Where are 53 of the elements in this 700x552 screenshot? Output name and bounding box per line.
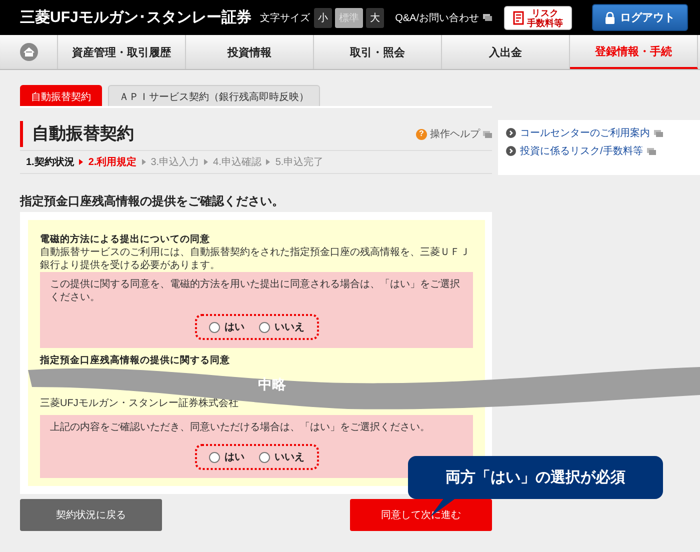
nav-tab[interactable]: 投資情報 [186, 35, 314, 69]
lock-icon [605, 12, 615, 24]
side-link[interactable]: 投資に係るリスク/手数料等 [520, 144, 643, 158]
nav-tab[interactable]: 取引・照会 [314, 35, 442, 69]
side-link[interactable]: コールセンターのご利用案内 [520, 126, 650, 140]
tab[interactable]: ＡＰＩサービス契約（銀行残高即時反映） [108, 85, 320, 106]
help-icon: ? [416, 128, 427, 140]
help-link[interactable]: Q&A/お問い合わせ [395, 10, 479, 24]
step-arrow-icon [79, 159, 84, 165]
callout-text: 両方「はい」の選択が必須 [446, 468, 626, 487]
step-arrow-icon [204, 159, 208, 165]
radio-option[interactable]: いいえ [258, 320, 304, 334]
font-size-label: 文字サイズ [260, 12, 310, 24]
step-arrow-icon [142, 159, 146, 165]
chevron-circle-icon [506, 146, 516, 156]
chevron-circle-icon [506, 128, 516, 138]
risk-fees-button[interactable]: リスク 手数料等 [504, 6, 572, 30]
step-label: 3.申込入力 [150, 156, 200, 169]
font-size-button[interactable]: 小 [314, 8, 332, 28]
external-window-icon [483, 130, 492, 138]
radio-circle[interactable] [208, 452, 220, 462]
document-icon [513, 10, 524, 24]
consent-prompt: 上記の内容をご確認いただき、同意いただける場合は、「はい」をご選択ください。 [50, 421, 431, 434]
nav-tab[interactable]: 登録情報・手続 [570, 35, 698, 69]
radio-circle[interactable] [258, 322, 270, 332]
radio-circle[interactable] [258, 452, 270, 462]
external-window-icon [483, 14, 492, 21]
omission-label: 中略 [258, 376, 286, 394]
step-label: 1.契約状況 [26, 156, 74, 169]
nav-tab[interactable]: 入出金 [442, 35, 570, 69]
back-button[interactable]: 契約状況に戻る [20, 499, 162, 531]
external-window-icon [646, 148, 656, 154]
consent-text: 自動振替サービスのご利用には、自動振替契約をされた指定預金口座の残高情報を、三菱ＵＦＪ銀行より提供を受ける必要があります。 [40, 246, 471, 272]
consent-title: 電磁的方法による提出についての同意 [40, 233, 211, 246]
nav-tab[interactable]: 資産管理・取引履歴 [58, 35, 186, 69]
radio-option[interactable]: はい [208, 450, 244, 464]
tab[interactable]: 自動振替契約 [20, 85, 102, 106]
logout-button[interactable]: ログアウト [592, 4, 688, 31]
step-label: 5.申込完了 [275, 156, 324, 169]
brand-logo[interactable]: 三菱UFJモルガン･スタンレー証券 [20, 8, 260, 27]
radio-option[interactable]: いいえ [258, 450, 304, 464]
step-label: 2.利用規定 [88, 155, 137, 169]
font-size-button[interactable]: 大 [366, 8, 384, 28]
radio-option[interactable]: はい [208, 320, 244, 334]
consent-prompt: この提供に関する同意を、電磁的方法を用いた提出に同意される場合は、「はい」をご選択ください。 [50, 278, 461, 304]
operation-help-link[interactable]: 操作ヘルプ [430, 127, 480, 141]
home-icon[interactable] [20, 43, 38, 61]
step-arrow-icon [266, 159, 270, 165]
external-window-icon [654, 130, 663, 136]
consent-title: 指定預金口座残高情報の提供に関する同意 [40, 354, 231, 367]
section-heading: 指定預金口座残高情報の提供をご確認ください。 [20, 193, 285, 210]
radio-circle[interactable] [208, 322, 220, 332]
step-label: 4.申込確認 [213, 156, 262, 169]
